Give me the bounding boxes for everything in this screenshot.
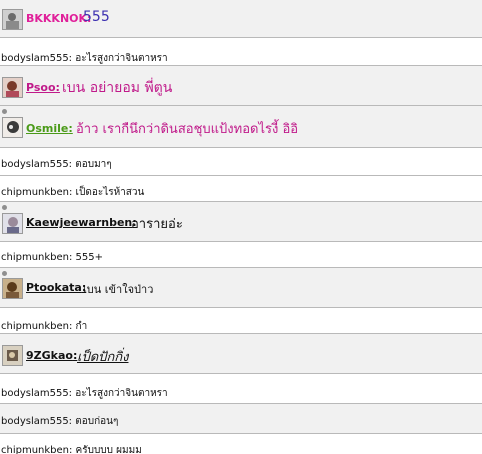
chat-line: bodyslam555: ตอบก่อนๆ bbox=[0, 404, 482, 434]
user-post-row: Osmile: อ้าว เรากืนึกว่าดินสอชุบแป้งทอดไ… bbox=[0, 106, 482, 148]
username-text[interactable]: Psoo bbox=[26, 81, 56, 94]
avatar-image-icon bbox=[3, 78, 22, 97]
user-post-row: Psoo: เบน อย่ายอม พี่ตูน bbox=[0, 66, 482, 106]
user-post-row: 9ZGkao: เป็ดปักกิ่ง bbox=[0, 334, 482, 374]
chat-line-text: chipmunkben: 555+ bbox=[1, 252, 104, 263]
chat-line: chipmunkben: 555+ bbox=[0, 242, 482, 268]
chat-line: chipmunkben: ครับบบบ ผมมม bbox=[0, 434, 482, 454]
chat-line: chipmunkben: เป็ดอะไรห้าสวน bbox=[0, 176, 482, 202]
chat-line-text: chipmunkben: ครับบบบ ผมมม bbox=[1, 445, 142, 454]
avatar-image-icon bbox=[3, 279, 22, 298]
status-dot-icon bbox=[2, 109, 7, 114]
chat-line: bodyslam555: อะไรสูงกว่าจินตาหรา bbox=[0, 374, 482, 404]
status-dot-icon bbox=[2, 271, 7, 276]
chat-line: bodyslam555: ตอบมาๆ bbox=[0, 148, 482, 176]
username-link[interactable]: Ptookata: bbox=[26, 281, 86, 294]
username-link[interactable]: Osmile: bbox=[26, 122, 73, 135]
status-dot-icon bbox=[2, 205, 7, 210]
username-link[interactable]: 9ZGkao: bbox=[26, 349, 77, 362]
chat-line: chipmunkben: กำ bbox=[0, 308, 482, 334]
post-message: อ้าว เรากืนึกว่าดินสอชุบแป้งทอดไรงี้ อิอ… bbox=[76, 122, 299, 137]
user-avatar[interactable] bbox=[2, 117, 23, 138]
username-text[interactable]: Kaewjeewarnben bbox=[26, 216, 132, 229]
colon: : bbox=[55, 81, 60, 94]
username-link[interactable]: BKKKNOK: bbox=[26, 12, 91, 25]
chat-line-text: chipmunkben: กำ bbox=[1, 321, 88, 332]
avatar-image-icon bbox=[3, 10, 22, 29]
username-text[interactable]: 9ZGkao bbox=[26, 349, 73, 362]
colon: : bbox=[68, 122, 73, 135]
post-message: เบน อย่ายอม พี่ตูน bbox=[62, 80, 173, 96]
post-message: 555 bbox=[83, 9, 110, 25]
post-message: อารายอ่ะ bbox=[131, 217, 183, 232]
avatar-image-icon bbox=[3, 118, 22, 137]
username-text[interactable]: Ptookata bbox=[26, 281, 82, 294]
user-post-row: Ptookata: เบน เข้าใจป่าว bbox=[0, 268, 482, 308]
chat-line-text: bodyslam555: ตอบก่อนๆ bbox=[1, 416, 119, 427]
post-message: เบน เข้าใจป่าว bbox=[83, 283, 154, 296]
user-avatar[interactable] bbox=[2, 77, 23, 98]
post-message: เป็ดปักกิ่ง bbox=[77, 350, 129, 365]
user-post-row: BKKKNOK: 555 bbox=[0, 0, 482, 38]
avatar-image-icon bbox=[3, 214, 22, 233]
chat-line-text: bodyslam555: อะไรสูงกว่าจินตาหรา bbox=[1, 53, 168, 64]
username-text[interactable]: BKKKNOK bbox=[26, 12, 87, 25]
username-link[interactable]: Kaewjeewarnben: bbox=[26, 216, 137, 229]
chat-line-text: chipmunkben: เป็ดอะไรห้าสวน bbox=[1, 187, 145, 198]
chat-line: bodyslam555: อะไรสูงกว่าจินตาหรา bbox=[0, 38, 482, 66]
user-avatar[interactable] bbox=[2, 278, 23, 299]
avatar-image-icon bbox=[3, 346, 22, 365]
username-link[interactable]: Psoo: bbox=[26, 81, 60, 94]
chat-line-text: bodyslam555: อะไรสูงกว่าจินตาหรา bbox=[1, 388, 168, 399]
username-text[interactable]: Osmile bbox=[26, 122, 68, 135]
chat-line-text: bodyslam555: ตอบมาๆ bbox=[1, 159, 112, 170]
user-avatar[interactable] bbox=[2, 213, 23, 234]
user-post-row: Kaewjeewarnben: อารายอ่ะ bbox=[0, 202, 482, 242]
user-avatar[interactable] bbox=[2, 9, 23, 30]
user-avatar[interactable] bbox=[2, 345, 23, 366]
